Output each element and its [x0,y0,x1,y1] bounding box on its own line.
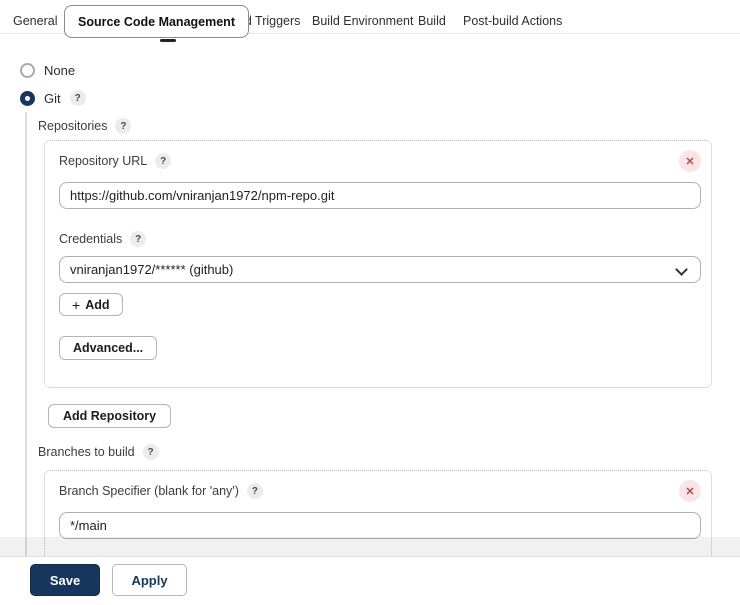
repository-url-row: Repository URL ? ✕ [59,150,701,172]
scrolled-heading-fragment [160,38,176,42]
bottom-app-bar: Save Apply [0,556,740,605]
help-icon[interactable]: ? [69,90,86,106]
help-icon[interactable]: ? [142,444,159,460]
save-button[interactable]: Save [30,564,100,596]
credentials-label-group: Credentials ? [59,231,147,247]
tab-post-build-actions[interactable]: Post-build Actions [463,14,562,28]
add-credentials-button-label: Add [85,297,110,312]
repositories-label-text: Repositories [38,119,108,133]
credentials-selected-value: vniranjan1972/****** (github) [70,262,234,277]
scm-option-none[interactable]: None [20,63,75,78]
apply-button[interactable]: Apply [112,564,187,596]
branch-specifier-input[interactable] [59,512,701,539]
repository-url-input[interactable] [59,182,701,209]
radio-none[interactable] [20,63,35,78]
help-icon[interactable]: ? [130,231,147,247]
credentials-select[interactable]: vniranjan1972/****** (github) [59,256,701,283]
add-repository-button[interactable]: Add Repository [48,404,172,428]
branches-label-text: Branches to build [38,445,135,459]
git-section-indent-line [25,112,27,556]
delete-repository-button[interactable]: ✕ [679,150,701,172]
branches-section-label: Branches to build ? [38,444,159,460]
repository-panel: Repository URL ? ✕ Credentials ? vniranj… [44,140,712,388]
radio-git-label: Git [44,90,61,106]
help-icon[interactable]: ? [155,153,172,169]
help-icon[interactable]: ? [115,118,132,134]
config-tab-bar: General Source Code Management Build Tri… [0,0,740,38]
branch-specifier-label: Branch Specifier (blank for 'any') [59,484,239,498]
tab-source-code-management[interactable]: Source Code Management [64,5,249,38]
tab-general[interactable]: General [13,14,57,28]
tab-build-environment[interactable]: Build Environment [312,14,413,28]
repository-url-label-group: Repository URL ? [59,153,172,169]
credentials-row: Credentials ? [59,231,701,247]
repositories-section-label: Repositories ? [38,118,132,134]
advanced-button[interactable]: Advanced... [59,336,158,360]
radio-none-label: None [44,63,76,78]
scm-option-git[interactable]: Git ? [20,90,86,106]
repository-url-label: Repository URL [59,154,148,168]
plus-icon: + [72,296,81,313]
tab-source-code-management-label: Source Code Management [78,14,235,29]
credentials-label: Credentials [59,232,123,246]
delete-branch-button[interactable]: ✕ [679,480,701,502]
help-icon[interactable]: ? [246,483,263,499]
branch-specifier-label-group: Branch Specifier (blank for 'any') ? [59,483,263,499]
tab-build[interactable]: Build [418,14,446,28]
branch-specifier-row: Branch Specifier (blank for 'any') ? ✕ [59,480,701,502]
chevron-down-icon [675,263,688,276]
radio-git[interactable] [20,90,35,106]
add-credentials-button[interactable]: + Add [59,293,123,316]
